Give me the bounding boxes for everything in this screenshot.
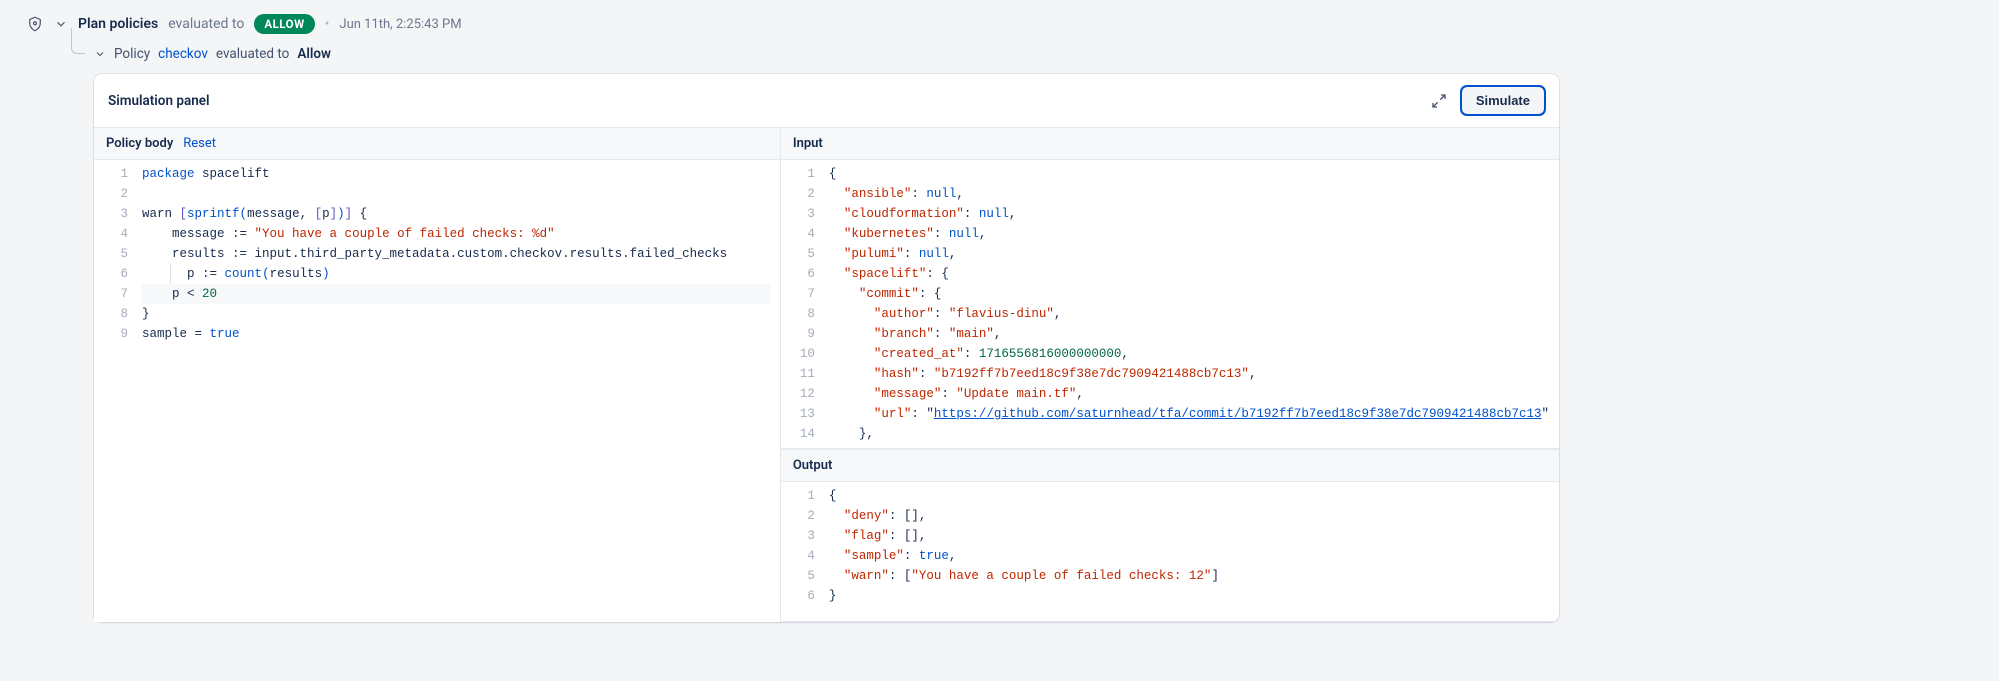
- code-line[interactable]: "url": "https://github.com/saturnhead/tf…: [829, 404, 1549, 424]
- code-line[interactable]: "ansible": null,: [829, 184, 1549, 204]
- policy-body-title: Policy body: [106, 136, 173, 151]
- output-editor[interactable]: 123456 { "deny": [], "flag": [], "sample…: [781, 482, 1559, 622]
- code-line[interactable]: "sample": true,: [829, 546, 1549, 566]
- header-title: Plan policies: [78, 16, 158, 32]
- code-line[interactable]: message := "You have a couple of failed …: [142, 224, 770, 244]
- code-line[interactable]: },: [829, 424, 1549, 444]
- code-line[interactable]: "created_at": 1716556816000000000,: [829, 344, 1549, 364]
- code-line[interactable]: "spacelift": {: [829, 264, 1549, 284]
- code-line[interactable]: "deny": [],: [829, 506, 1549, 526]
- reset-link[interactable]: Reset: [183, 136, 216, 151]
- simulate-button[interactable]: Simulate: [1461, 86, 1545, 115]
- header-evaluated-to: evaluated to: [168, 16, 244, 32]
- output-header: Output: [781, 449, 1559, 482]
- code-line[interactable]: {: [829, 164, 1549, 184]
- code-line[interactable]: "commit": {: [829, 284, 1549, 304]
- policy-result: Allow: [297, 46, 331, 62]
- output-title: Output: [793, 458, 833, 473]
- header-timestamp: Jun 11th, 2:25:43 PM: [339, 17, 461, 32]
- code-line[interactable]: "message": "Update main.tf",: [829, 384, 1549, 404]
- policy-sub-header: Policy checkov evaluated to Allow: [94, 46, 1979, 62]
- code-line[interactable]: p := count(results): [142, 264, 770, 284]
- code-line[interactable]: "author": "flavius-dinu",: [829, 304, 1549, 324]
- expand-button[interactable]: [1427, 89, 1451, 113]
- plan-policies-header: Plan policies evaluated to ALLOW • Jun 1…: [20, 8, 1979, 40]
- policy-name-link[interactable]: checkov: [158, 46, 208, 62]
- policy-body-editor[interactable]: 123456789 package spacelift warn [sprint…: [94, 160, 780, 622]
- code-line[interactable]: "branch": "main",: [829, 324, 1549, 344]
- policy-body-header: Policy body Reset: [94, 128, 780, 160]
- code-line[interactable]: {: [829, 486, 1549, 506]
- input-header: Input: [781, 128, 1559, 160]
- code-line[interactable]: "pulumi": null,: [829, 244, 1549, 264]
- code-line[interactable]: package spacelift: [142, 164, 770, 184]
- policy-evaluated-to: evaluated to: [216, 46, 289, 62]
- input-editor[interactable]: 1234567891011121314 { "ansible": null, "…: [781, 160, 1559, 449]
- tree-connector: [71, 28, 85, 54]
- code-line[interactable]: "flag": [],: [829, 526, 1549, 546]
- code-line[interactable]: [142, 184, 770, 204]
- policy-label: Policy: [114, 46, 150, 62]
- code-line[interactable]: warn [sprintf(message, [p])] {: [142, 204, 770, 224]
- code-line[interactable]: }: [142, 304, 770, 324]
- allow-badge: ALLOW: [254, 14, 314, 34]
- input-title: Input: [793, 136, 823, 151]
- code-line[interactable]: sample = true: [142, 324, 770, 344]
- shield-icon: [26, 15, 44, 33]
- code-line[interactable]: p < 20: [142, 284, 770, 304]
- panel-title: Simulation panel: [108, 93, 210, 109]
- code-line[interactable]: "cloudformation": null,: [829, 204, 1549, 224]
- chevron-down-icon[interactable]: [54, 17, 68, 31]
- code-line[interactable]: "warn": ["You have a couple of failed ch…: [829, 566, 1549, 586]
- separator-dot: •: [325, 17, 330, 31]
- chevron-down-icon[interactable]: [94, 48, 106, 60]
- code-line[interactable]: "hash": "b7192ff7b7eed18c9f38e7dc7909421…: [829, 364, 1549, 384]
- simulation-panel: Simulation panel Simulate Policy body Re…: [94, 74, 1559, 622]
- code-line[interactable]: }: [829, 586, 1549, 606]
- code-line[interactable]: "kubernetes": null,: [829, 224, 1549, 244]
- code-line[interactable]: results := input.third_party_metadata.cu…: [142, 244, 770, 264]
